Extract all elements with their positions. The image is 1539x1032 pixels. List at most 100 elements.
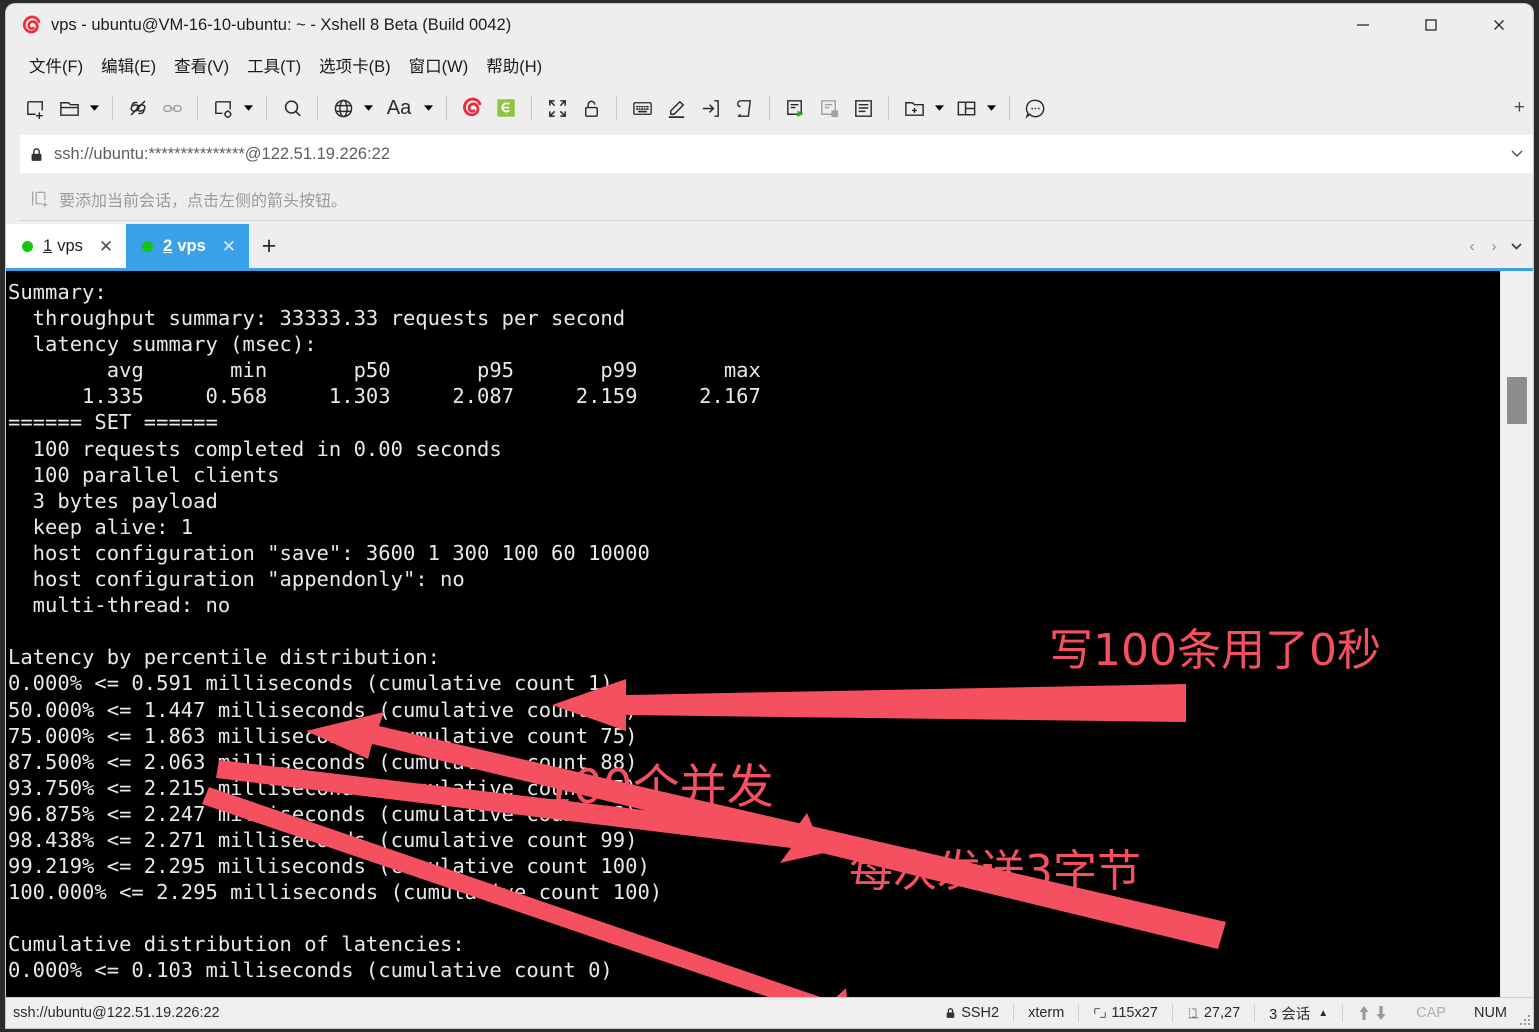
status-url: ssh://ubuntu@122.51.19.226:22 (13, 1005, 220, 1021)
lock-icon[interactable] (575, 91, 607, 125)
menu-edit[interactable]: 编辑(E) (92, 50, 165, 80)
layout-dropdown-icon[interactable] (983, 91, 999, 125)
terminal-line: 3 bytes payload (8, 488, 218, 513)
caret-up-icon[interactable]: ▲ (1318, 1008, 1328, 1019)
terminal-line: 100.000% <= 2.295 milliseconds (cumulati… (8, 880, 663, 905)
chat-icon[interactable] (1019, 91, 1051, 125)
tab-2-vps[interactable]: 2 vps ✕ (126, 224, 249, 268)
terminal-line: 100 parallel clients (8, 462, 280, 487)
status-sessions[interactable]: 3 会话 ▲ (1255, 998, 1342, 1028)
terminal-line: 75.000% <= 1.863 milliseconds (cumulativ… (8, 723, 638, 748)
window-frame: vps - ubuntu@VM-16-10-ubuntu: ~ - Xshell… (6, 4, 1533, 1028)
terminal-line: multi-thread: no (8, 593, 231, 618)
tab-close-icon[interactable]: ✕ (99, 238, 113, 255)
tab-navigation: ‹ › (1461, 224, 1527, 268)
scrollbar-thumb[interactable] (1507, 377, 1527, 424)
status-protocol: SSH2 (930, 998, 1013, 1028)
xftp-icon[interactable] (490, 91, 522, 125)
status-transfer-indicators (1343, 998, 1402, 1028)
toolbar-overflow-button[interactable]: + (1514, 97, 1525, 119)
tab-bar: 1 vps ✕ 2 vps ✕ + ‹ › (6, 224, 1533, 268)
script-stop-icon (813, 91, 845, 125)
status-right-group: SSH2 xterm 115x27 27,27 3 会话 ▲ CAP NUM (930, 998, 1521, 1028)
window-controls (1329, 4, 1533, 46)
layout-icon[interactable] (950, 91, 982, 125)
maximize-button[interactable] (1397, 4, 1465, 46)
open-session-icon[interactable] (53, 91, 85, 125)
open-session-dropdown-icon[interactable] (86, 91, 102, 125)
session-hint-bar: 要添加当前会话，点击左侧的箭头按钮。 (20, 177, 1533, 221)
terminal-line: 93.750% <= 2.215 milliseconds (cumulativ… (8, 775, 638, 800)
toolbar-separator (769, 96, 770, 120)
new-session-icon[interactable] (19, 91, 51, 125)
session-properties-dropdown-icon[interactable] (240, 91, 256, 125)
tab-number: 2 (163, 236, 173, 255)
new-tab-button[interactable]: + (249, 224, 289, 268)
xshell-icon[interactable] (456, 91, 488, 125)
menu-view[interactable]: 查看(V) (165, 50, 238, 80)
toolbar-separator (888, 96, 889, 120)
tab-1-vps[interactable]: 1 vps ✕ (6, 224, 127, 268)
disconnect-icon[interactable] (122, 91, 154, 125)
font-size-icon[interactable]: Aa (379, 91, 419, 125)
tab-number: 1 (43, 236, 53, 255)
tab-prev-button[interactable]: ‹ (1461, 231, 1483, 261)
add-session-icon[interactable] (30, 188, 51, 209)
tab-next-button[interactable]: › (1483, 231, 1505, 261)
terminal-scrollbar[interactable] (1500, 271, 1533, 997)
transcript-icon[interactable] (847, 91, 879, 125)
add-pane-dropdown-icon[interactable] (931, 91, 947, 125)
tab-close-icon[interactable]: ✕ (222, 238, 236, 255)
add-pane-icon[interactable] (898, 91, 930, 125)
terminal-line: 0.000% <= 0.103 milliseconds (cumulative… (8, 958, 613, 983)
title-bar: vps - ubuntu@VM-16-10-ubuntu: ~ - Xshell… (6, 4, 1533, 46)
terminal-line: 87.500% <= 2.063 milliseconds (cumulativ… (8, 749, 638, 774)
script-run-icon[interactable] (779, 91, 811, 125)
tab-status-dot (142, 240, 154, 252)
log-icon[interactable] (728, 91, 760, 125)
toolbar-separator (317, 96, 318, 120)
screen-size-icon (1093, 1006, 1107, 1020)
tab-list-button[interactable] (1505, 231, 1527, 261)
resize-grip[interactable] (1519, 1014, 1531, 1026)
arrow-up-icon (1357, 1005, 1371, 1021)
terminal-line: 50.000% <= 1.447 milliseconds (cumulativ… (8, 697, 638, 722)
encoding-dropdown-icon[interactable] (360, 91, 376, 125)
minimize-button[interactable] (1329, 4, 1397, 46)
send-key-icon[interactable] (694, 91, 726, 125)
menu-file[interactable]: 文件(F) (20, 50, 92, 80)
highlight-icon[interactable] (660, 91, 692, 125)
terminal-line: 1.335 0.568 1.303 2.087 2.159 2.167 (8, 384, 761, 409)
font-size-dropdown-icon[interactable] (420, 91, 436, 125)
toolbar: Aa + (6, 84, 1533, 132)
session-hint-text: 要添加当前会话，点击左侧的箭头按钮。 (59, 192, 348, 210)
terminal-area: Summary: throughput summary: 33333.33 re… (6, 268, 1533, 1028)
menu-tabs[interactable]: 选项卡(B) (310, 50, 400, 80)
encoding-globe-icon[interactable] (327, 91, 359, 125)
chevron-down-icon[interactable] (1509, 145, 1525, 166)
fullscreen-icon[interactable] (541, 91, 573, 125)
status-sessions-label: 3 会话 (1269, 1006, 1311, 1023)
toolbar-separator (446, 96, 447, 120)
menu-help[interactable]: 帮助(H) (477, 50, 551, 80)
terminal-line: 96.875% <= 2.247 milliseconds (cumulativ… (8, 801, 638, 826)
menu-window[interactable]: 窗口(W) (400, 50, 478, 80)
close-button[interactable] (1465, 4, 1533, 46)
xshell-logo-icon (20, 14, 42, 36)
session-properties-icon[interactable] (207, 91, 239, 125)
lock-icon (28, 146, 45, 163)
terminal-line: host configuration "save": 3600 1 300 10… (8, 540, 650, 565)
keyboard-icon[interactable] (626, 91, 658, 125)
window-title: vps - ubuntu@VM-16-10-ubuntu: ~ - Xshell… (51, 15, 512, 34)
terminal-line: Summary: (8, 280, 107, 304)
status-cursor: 27,27 (1173, 998, 1254, 1028)
find-icon[interactable] (276, 91, 308, 125)
address-bar[interactable]: ssh://ubuntu:***************@122.51.19.2… (20, 135, 1533, 173)
toolbar-separator (531, 96, 532, 120)
address-input[interactable]: ssh://ubuntu:***************@122.51.19.2… (54, 145, 390, 164)
arrow-down-icon (1374, 1005, 1388, 1021)
terminal-output[interactable]: Summary: throughput summary: 33333.33 re… (6, 271, 1501, 997)
menu-tools[interactable]: 工具(T) (238, 50, 310, 80)
link-icon (156, 91, 188, 125)
